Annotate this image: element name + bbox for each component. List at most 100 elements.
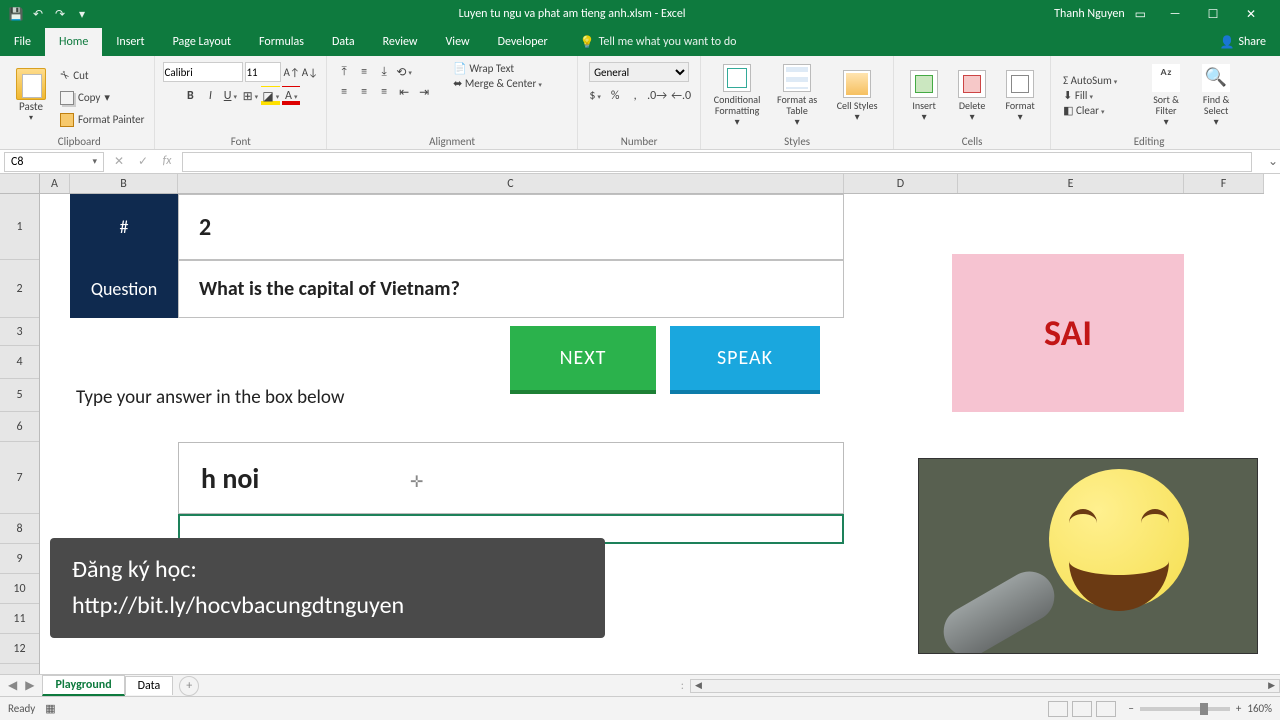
row-headers[interactable]: 1 2 3 4 5 6 7 8 9 10 11 12	[0, 194, 40, 680]
formula-expand-icon[interactable]: ⌄	[1266, 154, 1280, 169]
decrease-font-button[interactable]: A↓	[302, 66, 318, 79]
tab-data[interactable]: Data	[318, 28, 369, 56]
row-3[interactable]: 3	[0, 318, 39, 346]
accounting-button[interactable]: $	[586, 86, 604, 106]
macro-record-icon[interactable]: ▦	[45, 702, 55, 715]
cancel-formula-icon[interactable]: ✕	[108, 154, 130, 169]
sheet-tab-playground[interactable]: Playground	[42, 675, 124, 696]
cell-question-label[interactable]: Question	[70, 260, 178, 318]
qat-customize-icon[interactable]: ▾	[74, 6, 90, 22]
tab-developer[interactable]: Developer	[484, 28, 562, 56]
next-button[interactable]: NEXT	[510, 326, 656, 390]
dec-indent-button[interactable]: ⇤	[395, 82, 413, 102]
user-name[interactable]: Thanh Nguyen	[1054, 7, 1124, 21]
fx-icon[interactable]: fx	[156, 154, 178, 169]
page-break-view-button[interactable]	[1096, 701, 1116, 717]
grid[interactable]: # 2 Question What is the capital of Viet…	[40, 194, 1264, 680]
tab-file[interactable]: File	[0, 28, 45, 56]
align-top-button[interactable]: ⤒	[335, 62, 353, 82]
share-button[interactable]: 👤 Share	[1205, 28, 1280, 56]
col-C[interactable]: C	[178, 174, 844, 193]
tab-formulas[interactable]: Formulas	[245, 28, 318, 56]
fill-button[interactable]: ⬇ Fill	[1059, 89, 1139, 102]
page-layout-view-button[interactable]	[1072, 701, 1092, 717]
inc-indent-button[interactable]: ⇥	[415, 82, 433, 102]
copy-button[interactable]: Copy ▾	[56, 88, 148, 108]
autosum-button[interactable]: Σ AutoSum	[1059, 74, 1139, 87]
zoom-in-button[interactable]: +	[1236, 702, 1241, 715]
maximize-button[interactable]: ☐	[1194, 0, 1232, 28]
row-5[interactable]: 5	[0, 379, 39, 412]
tab-review[interactable]: Review	[369, 28, 432, 56]
insert-cells-button[interactable]: Insert▾	[902, 68, 946, 124]
answer-input-cell[interactable]: h noi	[178, 442, 844, 514]
row-12[interactable]: 12	[0, 634, 39, 664]
align-bottom-button[interactable]: ⤓	[375, 62, 393, 82]
row-8[interactable]: 8	[0, 514, 39, 544]
borders-button[interactable]: ⊞	[241, 86, 259, 106]
bold-button[interactable]: B	[181, 86, 199, 106]
merge-center-button[interactable]: ⬌ Merge & Center	[449, 77, 569, 90]
ribbon-display-icon[interactable]: ▭	[1135, 7, 1146, 22]
tell-me[interactable]: 💡 Tell me what you want to do	[562, 28, 737, 56]
row-10[interactable]: 10	[0, 574, 39, 604]
save-icon[interactable]: 💾	[8, 6, 24, 22]
inc-decimal-button[interactable]: .0→	[646, 86, 668, 106]
col-A[interactable]: A	[40, 174, 70, 193]
conditional-formatting-button[interactable]: Conditional Formatting▾	[709, 62, 765, 129]
format-as-table-button[interactable]: Format as Table▾	[769, 62, 825, 129]
row-2[interactable]: 2	[0, 260, 39, 318]
sheet-tab-data[interactable]: Data	[125, 676, 174, 695]
format-cells-button[interactable]: Format▾	[998, 68, 1042, 124]
minimize-button[interactable]: —	[1156, 0, 1194, 28]
zoom-slider[interactable]	[1140, 707, 1230, 711]
align-middle-button[interactable]: ≡	[355, 62, 373, 82]
cell-styles-button[interactable]: Cell Styles▾	[829, 68, 885, 124]
number-format-combo[interactable]: General	[589, 62, 689, 82]
cell-question-value[interactable]: What is the capital of Vietnam?	[178, 260, 844, 318]
row-9[interactable]: 9	[0, 544, 39, 574]
find-select-button[interactable]: 🔍Find & Select▾	[1193, 62, 1239, 129]
cell-num-label[interactable]: #	[70, 194, 178, 260]
clear-button[interactable]: ◧ Clear	[1059, 104, 1139, 117]
horizontal-scrollbar[interactable]	[690, 679, 1280, 693]
row-7[interactable]: 7	[0, 442, 39, 514]
fill-color-button[interactable]: ◪	[261, 86, 280, 106]
add-sheet-button[interactable]: +	[179, 676, 199, 696]
row-6[interactable]: 6	[0, 412, 39, 442]
redo-icon[interactable]: ↷	[52, 6, 68, 22]
select-all-corner[interactable]	[0, 174, 40, 194]
name-box[interactable]: C8	[4, 152, 104, 172]
normal-view-button[interactable]	[1048, 701, 1068, 717]
align-center-button[interactable]: ≡	[355, 82, 373, 102]
align-right-button[interactable]: ≡	[375, 82, 393, 102]
col-F[interactable]: F	[1184, 174, 1264, 193]
zoom-level[interactable]: 160%	[1247, 702, 1272, 715]
close-button[interactable]: ✕	[1232, 0, 1270, 28]
underline-button[interactable]: U	[221, 86, 239, 106]
italic-button[interactable]: I	[201, 86, 219, 106]
tab-view[interactable]: View	[432, 28, 484, 56]
formula-input[interactable]	[182, 152, 1252, 172]
cut-button[interactable]: ✂Cut	[56, 66, 148, 86]
row-4[interactable]: 4	[0, 346, 39, 379]
sheet-nav[interactable]: ◀▶	[0, 678, 42, 693]
enter-formula-icon[interactable]: ✓	[132, 154, 154, 169]
percent-button[interactable]: %	[606, 86, 624, 106]
column-headers[interactable]: A B C D E F	[40, 174, 1264, 194]
col-D[interactable]: D	[844, 174, 958, 193]
format-painter-button[interactable]: Format Painter	[56, 110, 148, 130]
paste-button[interactable]: Paste ▾	[10, 64, 52, 127]
orientation-button[interactable]: ⟲	[395, 62, 413, 82]
speak-button[interactable]: SPEAK	[670, 326, 820, 390]
row-1[interactable]: 1	[0, 194, 39, 260]
font-name-combo[interactable]	[163, 62, 243, 82]
tab-insert[interactable]: Insert	[102, 28, 158, 56]
zoom-out-button[interactable]: −	[1128, 702, 1133, 715]
undo-icon[interactable]: ↶	[30, 6, 46, 22]
font-color-button[interactable]: A	[282, 86, 300, 106]
font-size-combo[interactable]	[245, 62, 281, 82]
sort-filter-button[interactable]: ᴬᶻSort & Filter▾	[1143, 62, 1189, 129]
col-E[interactable]: E	[958, 174, 1184, 193]
align-left-button[interactable]: ≡	[335, 82, 353, 102]
